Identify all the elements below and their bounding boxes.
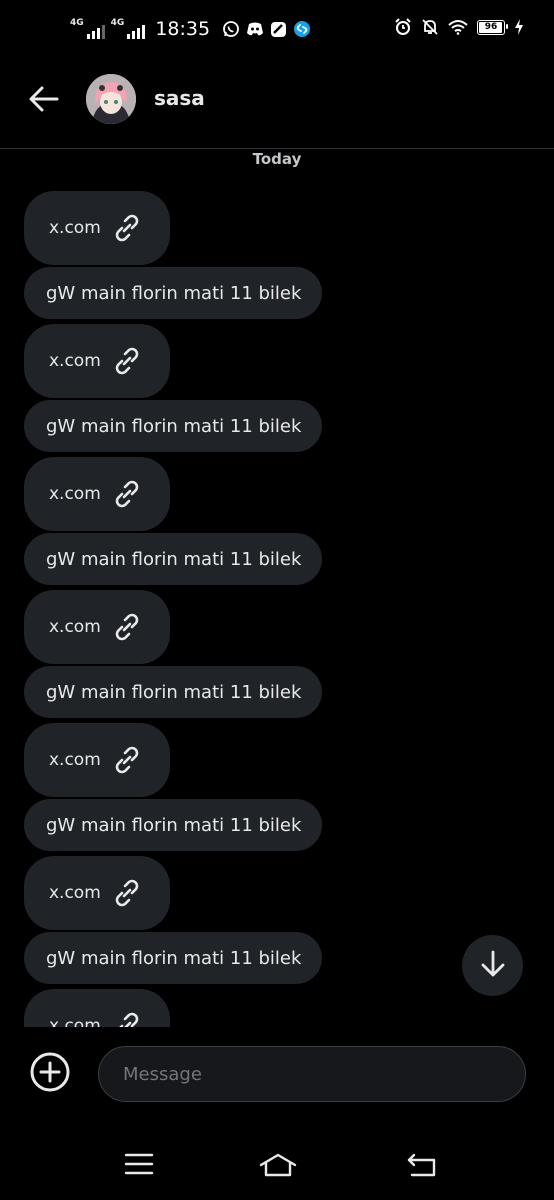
message-text: gW main florin mati 11 bilek (46, 947, 302, 969)
status-bar: 4G 4G 18:35 96 (0, 0, 554, 62)
status-time: 18:35 (155, 18, 211, 40)
message-bubble[interactable]: gW main florin mati 11 bilek (24, 666, 323, 718)
link-icon (110, 610, 144, 644)
message-text: x.com (49, 750, 101, 770)
conversation-header: sasa (0, 62, 554, 149)
message-bubble[interactable]: x.com (24, 989, 170, 1027)
message-list[interactable]: x.com gW main florin mati 11 bilek x.com… (0, 180, 554, 1027)
whatsapp-icon (222, 20, 240, 38)
menu-icon (124, 1152, 154, 1180)
signal-1: 4G (70, 19, 105, 39)
message-bubble[interactable]: x.com (24, 856, 170, 930)
message-bubble[interactable]: x.com (24, 457, 170, 531)
home-button[interactable] (258, 1152, 298, 1182)
message-bubble[interactable]: gW main florin mati 11 bilek (24, 267, 323, 319)
link-icon (110, 477, 144, 511)
message-bubble[interactable]: x.com (24, 723, 170, 797)
message-input[interactable] (98, 1046, 526, 1102)
alarm-icon (394, 18, 412, 36)
message-text: gW main florin mati 11 bilek (46, 282, 302, 304)
arrow-down-icon (480, 949, 506, 983)
signal-2: 4G (111, 19, 146, 39)
link-icon (110, 344, 144, 378)
message-text: gW main florin mati 11 bilek (46, 814, 302, 836)
message-text: x.com (49, 218, 101, 238)
message-text: x.com (49, 1016, 101, 1027)
message-text: gW main florin mati 11 bilek (46, 548, 302, 570)
message-text: x.com (49, 617, 101, 637)
message-bubble[interactable]: gW main florin mati 11 bilek (24, 533, 323, 585)
message-bubble[interactable]: x.com (24, 191, 170, 265)
avatar[interactable] (86, 74, 136, 124)
message-bubble[interactable]: gW main florin mati 11 bilek (24, 400, 323, 452)
back-arrow-icon[interactable] (28, 84, 60, 118)
message-text: x.com (49, 351, 101, 371)
add-media-button[interactable] (28, 1050, 72, 1098)
link-icon (110, 743, 144, 777)
link-icon (110, 876, 144, 910)
recents-button[interactable] (124, 1152, 154, 1180)
message-text: gW main florin mati 11 bilek (46, 681, 302, 703)
message-text: gW main florin mati 11 bilek (46, 415, 302, 437)
home-icon (258, 1152, 298, 1182)
shazam-icon (293, 20, 311, 38)
charging-icon (514, 19, 524, 35)
discord-icon (246, 21, 264, 37)
system-navigation-bar (0, 1130, 554, 1200)
link-icon (110, 211, 144, 245)
message-bubble[interactable]: x.com (24, 590, 170, 664)
wifi-icon (448, 19, 468, 35)
message-text: x.com (49, 883, 101, 903)
battery-indicator: 96 (477, 19, 508, 35)
plus-circle-icon (28, 1052, 72, 1098)
network-type-1: 4G (70, 18, 84, 28)
link-icon (110, 1009, 144, 1027)
message-bubble[interactable]: x.com (24, 324, 170, 398)
mute-icon (421, 18, 439, 36)
app-icon (270, 21, 287, 38)
message-bubble[interactable]: gW main florin mati 11 bilek (24, 799, 323, 851)
back-button[interactable] (406, 1152, 438, 1182)
message-composer (0, 1030, 554, 1120)
scroll-to-bottom-button[interactable] (462, 935, 523, 996)
message-text: x.com (49, 484, 101, 504)
battery-level: 96 (484, 22, 498, 32)
conversation-title[interactable]: sasa (154, 86, 205, 110)
message-bubble[interactable]: gW main florin mati 11 bilek (24, 932, 323, 984)
day-separator: Today (252, 150, 302, 168)
network-type-2: 4G (110, 18, 125, 28)
back-nav-icon (406, 1152, 438, 1182)
